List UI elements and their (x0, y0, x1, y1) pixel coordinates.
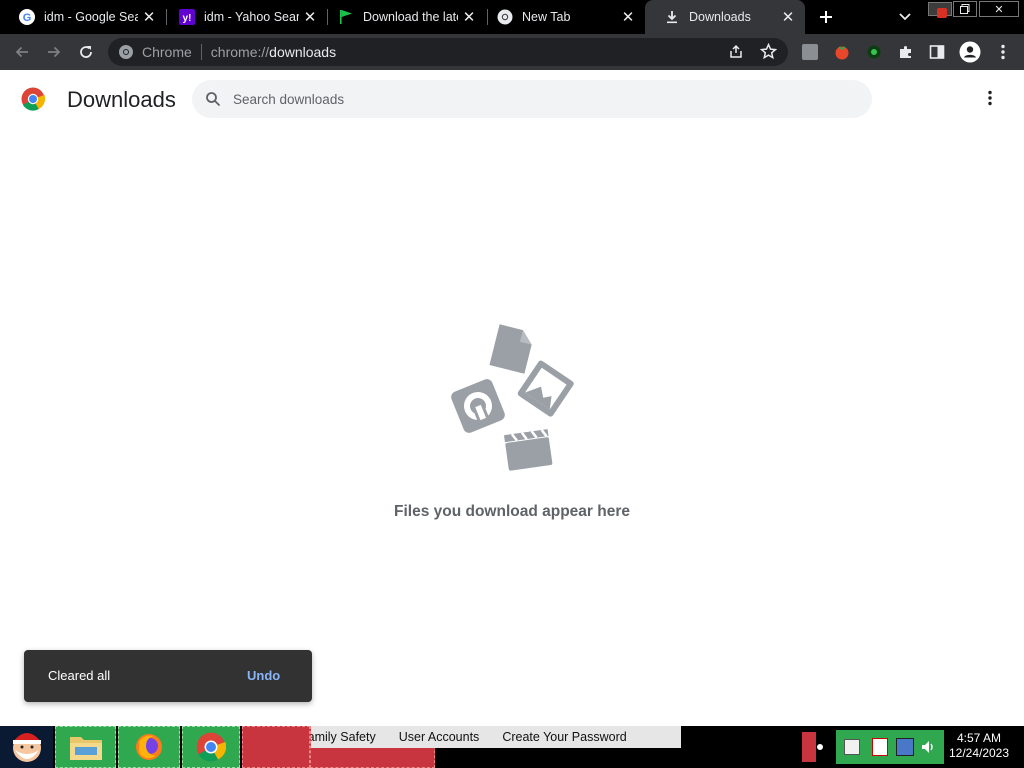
search-icon (205, 91, 221, 107)
url-host: downloads (269, 44, 337, 60)
tray-security-icon[interactable] (872, 738, 888, 756)
url-text: chrome://downloads (211, 44, 336, 60)
app-file-icon (451, 379, 505, 433)
close-window-button[interactable]: ✕ (979, 1, 1019, 17)
svg-text:G: G (23, 12, 32, 24)
start-button[interactable] (0, 726, 53, 768)
taskbar-clock[interactable]: 4:57 AM 12/24/2023 (945, 731, 1013, 761)
green-flag-icon (338, 9, 354, 25)
speaker-icon[interactable] (920, 739, 936, 760)
tab-title: idm - Yahoo Search (204, 10, 299, 24)
tab-google-search[interactable]: G idm - Google Search ✕ (0, 0, 166, 34)
taskbar-firefox[interactable] (118, 726, 180, 768)
bookmark-star-icon[interactable] (760, 43, 777, 60)
tab-yahoo-search[interactable]: y! idm - Yahoo Search ✕ (160, 0, 327, 34)
document-icon (489, 324, 532, 374)
chrome-icon (118, 44, 134, 60)
new-tab-button[interactable] (814, 5, 838, 29)
taskbar-pinned-app[interactable] (242, 726, 310, 768)
close-tab-icon[interactable]: ✕ (458, 6, 480, 28)
profile-avatar-icon[interactable] (955, 37, 985, 67)
extensions-puzzle-icon[interactable] (891, 37, 921, 67)
tomato-extension-icon[interactable] (827, 37, 857, 67)
video-clapper-icon (503, 429, 553, 471)
tray-network-icon[interactable] (844, 739, 860, 755)
side-panel-icon[interactable] (922, 37, 952, 67)
menu-kebab-icon[interactable] (988, 37, 1018, 67)
arrow-left-icon (15, 46, 28, 58)
taskbar-chrome[interactable] (182, 726, 240, 768)
tray-display-icon[interactable] (896, 738, 914, 756)
url-scheme: chrome:// (210, 44, 270, 60)
firefox-icon (136, 734, 162, 760)
tab-download-latest[interactable]: Download the latest version ✕ (319, 0, 486, 34)
back-button[interactable] (7, 37, 37, 67)
more-actions-kebab-icon[interactable] (984, 88, 996, 108)
chrome-icon (196, 732, 226, 762)
empty-state-message: Files you download appear here (394, 503, 630, 520)
svg-text:y!: y! (183, 13, 192, 24)
bug-extension-icon[interactable] (859, 37, 889, 67)
clock-date: 12/24/2023 (948, 746, 1010, 760)
folder-icon (69, 737, 102, 760)
share-icon[interactable] (728, 44, 744, 60)
banner-item-create-password[interactable]: Create Your Password (502, 730, 626, 744)
taskbar-notification-flag[interactable] (802, 732, 816, 762)
google-g-icon: G (19, 9, 35, 25)
taskbar-dot-icon (817, 744, 823, 750)
search-downloads-box[interactable] (192, 80, 872, 118)
system-tray (836, 730, 944, 764)
empty-downloads-illustration (451, 324, 574, 471)
restore-button[interactable] (953, 1, 977, 17)
yahoo-icon: y! (179, 9, 195, 25)
tab-downloads[interactable]: Downloads ✕ (645, 0, 805, 34)
chevron-down-icon[interactable] (894, 6, 916, 28)
taskbar-banner: Family Safety User Accounts Create Your … (311, 726, 681, 748)
banner-item-user-accounts[interactable]: User Accounts (399, 730, 480, 744)
santa-start-icon (12, 733, 41, 762)
tab-strip: G idm - Google Search ✕ y! idm - Yahoo S… (0, 0, 1024, 34)
address-bar[interactable]: Chrome chrome://downloads (108, 38, 788, 66)
chrome-logo-icon (21, 87, 46, 116)
forward-button[interactable] (39, 37, 69, 67)
close-tab-icon[interactable]: ✕ (617, 6, 639, 28)
site-chip-label: Chrome (142, 44, 192, 60)
chrome-icon (497, 9, 513, 25)
close-tab-icon[interactable]: ✕ (138, 6, 160, 28)
page-title: Downloads (67, 87, 176, 112)
arrow-right-icon (48, 46, 61, 58)
taskbar-file-explorer[interactable] (55, 726, 116, 768)
close-tab-icon[interactable]: ✕ (777, 6, 799, 28)
tab-title: New Tab (522, 10, 571, 24)
omnibox-divider (200, 44, 202, 60)
tab-title: Download the latest version (363, 10, 458, 24)
close-tab-icon[interactable]: ✕ (299, 6, 321, 28)
extension-puzzle-photo-icon[interactable] (795, 37, 825, 67)
undo-button[interactable]: Undo (247, 668, 280, 683)
search-input[interactable] (233, 91, 833, 107)
reload-button[interactable] (71, 37, 101, 67)
banner-item-family-safety[interactable]: Family Safety (311, 730, 376, 744)
download-icon (664, 9, 680, 25)
notification-icon (937, 8, 947, 18)
reload-icon (80, 46, 92, 58)
tab-title: Downloads (689, 10, 751, 24)
clock-time: 4:57 AM (956, 731, 1002, 745)
toast-message: Cleared all (48, 668, 111, 683)
tab-new-tab[interactable]: New Tab ✕ (478, 0, 645, 34)
cleared-all-toast: Cleared all Undo (24, 650, 312, 702)
tab-title: idm - Google Search (44, 10, 138, 24)
